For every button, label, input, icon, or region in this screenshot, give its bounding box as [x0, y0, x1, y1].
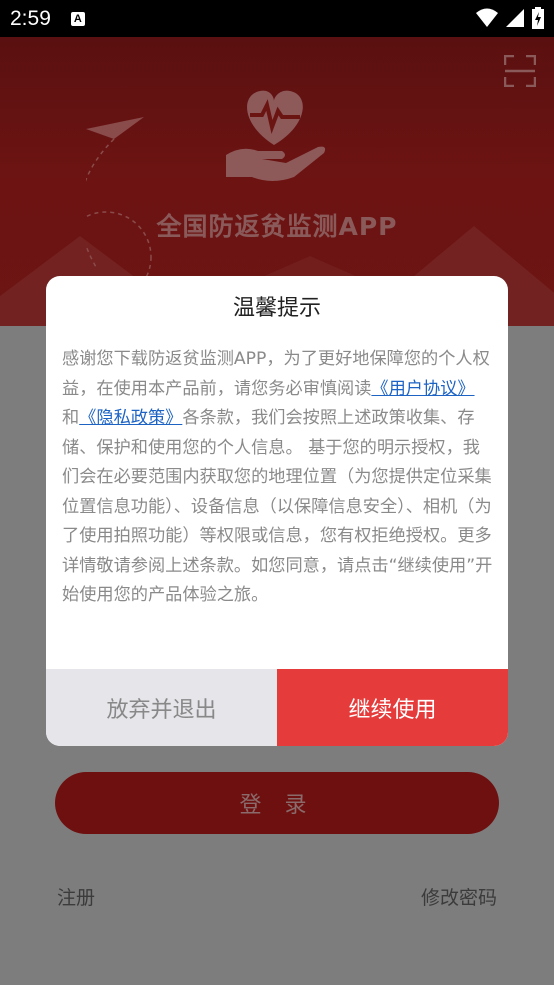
quit-button[interactable]: 放弃并退出	[46, 669, 277, 746]
status-bar: 2:59 A	[0, 0, 554, 37]
dialog-text-and: 和	[62, 408, 80, 428]
privacy-dialog: 温馨提示 感谢您下载防返贫监测APP，为了更好地保障您的个人权益，在使用本产品前…	[46, 276, 508, 746]
scan-icon[interactable]	[504, 55, 536, 87]
dialog-body: 感谢您下载防返贫监测APP，为了更好地保障您的个人权益，在使用本产品前，请您务必…	[62, 345, 494, 611]
battery-icon	[532, 7, 544, 29]
status-icons	[476, 7, 544, 29]
dialog-title: 温馨提示	[232, 296, 321, 321]
change-password-link[interactable]: 修改密码	[421, 883, 497, 910]
dialog-buttons: 放弃并退出 继续使用	[46, 669, 508, 746]
login-button[interactable]: 登 录	[55, 772, 499, 834]
register-link[interactable]: 注册	[57, 883, 95, 910]
status-time: 2:59	[10, 6, 51, 30]
wifi-icon	[476, 8, 498, 27]
paper-plane-icon	[86, 117, 152, 287]
notification-icon: A	[70, 11, 85, 26]
dialog-text-details: 各条款，我们会按照上述政策收集、存储、保护和使用您的个人信息。 基于您的明示授权…	[62, 408, 493, 605]
continue-button[interactable]: 继续使用	[277, 669, 508, 746]
heart-hand-logo-icon	[226, 90, 326, 181]
user-agreement-link[interactable]: 《用户协议》	[371, 379, 474, 399]
privacy-policy-link[interactable]: 《隐私政策》	[79, 408, 182, 428]
signal-icon	[506, 9, 524, 27]
app-title: 全国防返贫监测APP	[156, 212, 398, 241]
